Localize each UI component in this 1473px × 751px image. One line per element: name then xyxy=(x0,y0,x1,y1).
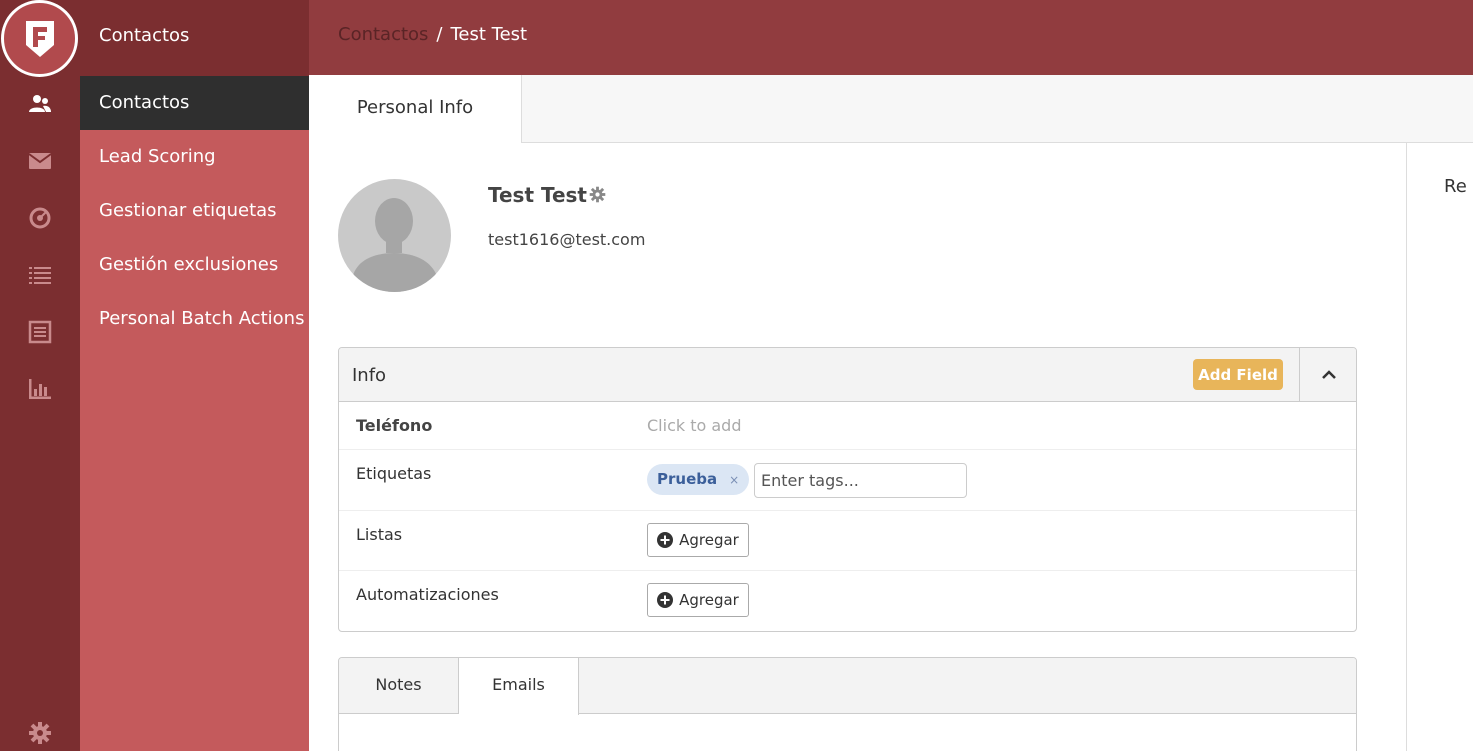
add-automation-button-label: Agregar xyxy=(679,591,739,609)
icon-rail xyxy=(0,0,80,751)
info-panel-header: Info Add Field xyxy=(339,348,1356,402)
dashboard-icon[interactable] xyxy=(26,204,54,232)
logo-icon xyxy=(25,20,54,57)
submenu-item-gestion-exclusiones[interactable]: Gestión exclusiones xyxy=(80,238,309,292)
tag-chip-label: Prueba xyxy=(657,470,718,488)
phone-row: Teléfono Click to add xyxy=(339,402,1356,450)
submenu-item-personal-batch-actions[interactable]: Personal Batch Actions xyxy=(80,292,309,346)
tag-chip: Prueba × xyxy=(647,464,750,495)
chevron-up-icon xyxy=(1321,369,1336,379)
add-automation-button[interactable]: Agregar xyxy=(647,583,749,617)
app-logo[interactable] xyxy=(1,0,78,77)
lists-label: Listas xyxy=(356,525,403,544)
contacts-icon[interactable] xyxy=(26,90,54,118)
column-divider xyxy=(1406,143,1407,751)
tags-label: Etiquetas xyxy=(356,464,432,483)
phone-label: Teléfono xyxy=(356,416,433,435)
submenu-header: Contactos xyxy=(80,0,309,76)
breadcrumb-separator: / xyxy=(436,24,443,45)
breadcrumb-parent-link[interactable]: Contactos xyxy=(338,24,428,45)
contact-email: test1616@test.com xyxy=(488,230,646,249)
person-silhouette-icon xyxy=(352,198,438,292)
tab-notes[interactable]: Notes xyxy=(339,658,459,714)
list-icon[interactable] xyxy=(26,261,54,289)
breadcrumb-current: Test Test xyxy=(450,24,528,45)
contact-name: Test Test xyxy=(488,183,587,207)
section-submenu: Contactos Contactos Lead Scoring Gestion… xyxy=(80,0,309,751)
breadcrumb: Contactos / Test Test xyxy=(338,24,527,45)
collapse-toggle[interactable] xyxy=(1299,348,1356,401)
submenu-item-gestionar-etiquetas[interactable]: Gestionar etiquetas xyxy=(80,184,309,238)
top-bar: Contactos / Test Test xyxy=(309,0,1473,75)
submenu-item-contactos[interactable]: Contactos xyxy=(80,76,309,130)
contact-settings-gear-icon[interactable] xyxy=(589,186,606,203)
form-icon[interactable] xyxy=(26,318,54,346)
tags-input[interactable] xyxy=(754,463,967,498)
add-list-button-label: Agregar xyxy=(679,531,739,549)
lists-row: Listas Agregar xyxy=(339,511,1356,571)
tab-emails[interactable]: Emails xyxy=(459,658,579,715)
mail-icon[interactable] xyxy=(26,147,54,175)
tag-remove-icon[interactable]: × xyxy=(729,473,739,487)
tab-bar: Personal Info xyxy=(309,75,1473,143)
automations-row: Automatizaciones Agregar xyxy=(339,571,1356,631)
tab-personal-info[interactable]: Personal Info xyxy=(309,75,522,143)
chart-icon[interactable] xyxy=(26,375,54,403)
submenu-item-lead-scoring[interactable]: Lead Scoring xyxy=(80,130,309,184)
activity-tabs: Notes Emails xyxy=(339,658,1356,715)
right-panel-label: Re xyxy=(1444,176,1467,197)
automations-label: Automatizaciones xyxy=(356,585,499,604)
info-panel: Info Add Field Teléfono Click to add Eti… xyxy=(338,347,1357,632)
info-panel-title: Info xyxy=(352,365,387,386)
add-list-button[interactable]: Agregar xyxy=(647,523,749,557)
gear-icon[interactable] xyxy=(26,719,54,747)
avatar[interactable] xyxy=(338,179,451,292)
activity-panel: Notes Emails xyxy=(338,657,1357,751)
tags-row: Etiquetas Prueba × xyxy=(339,450,1356,511)
plus-circle-icon xyxy=(657,532,674,548)
phone-value[interactable]: Click to add xyxy=(647,416,741,435)
plus-circle-icon xyxy=(657,592,674,608)
add-field-button[interactable]: Add Field xyxy=(1193,359,1283,390)
